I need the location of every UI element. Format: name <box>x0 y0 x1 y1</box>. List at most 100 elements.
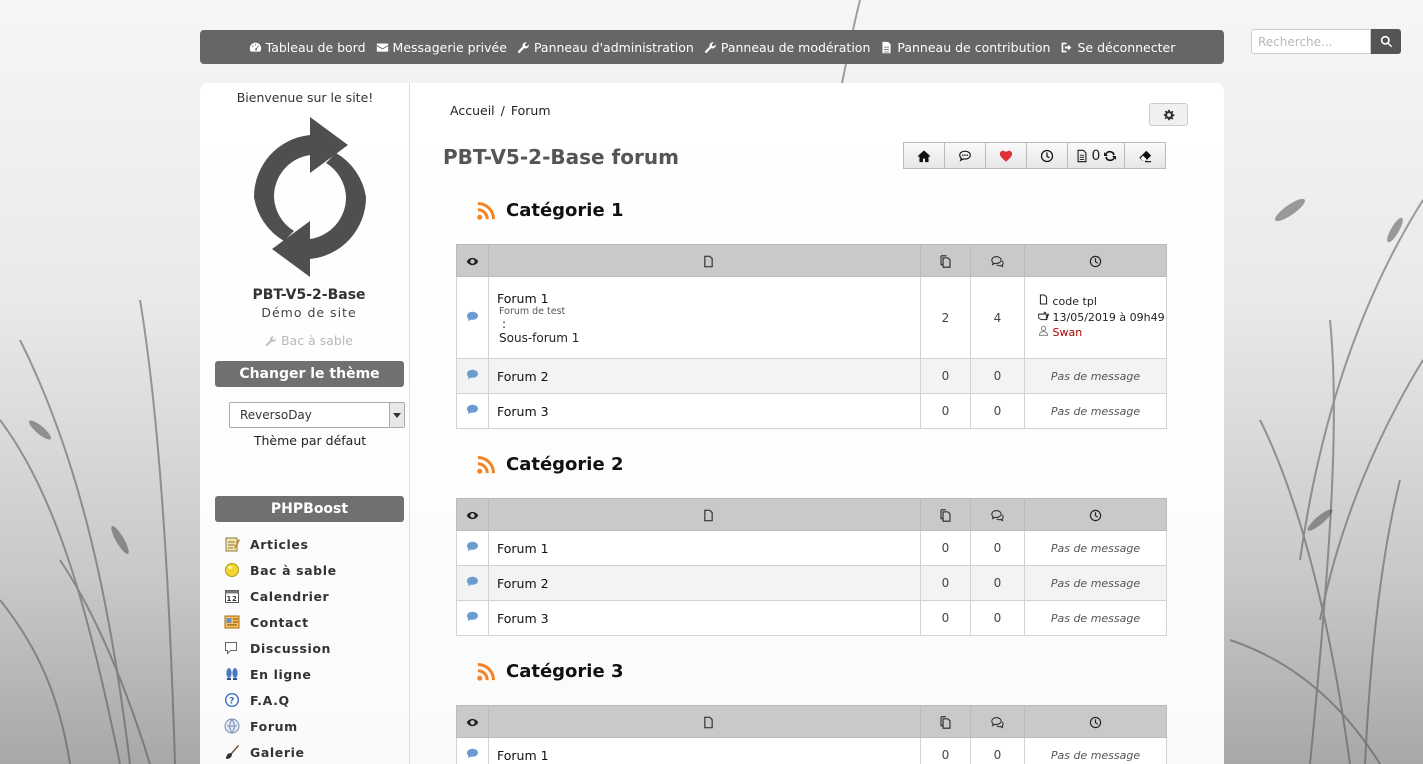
eraser-icon <box>1139 150 1152 162</box>
sandbox-link[interactable]: Bac à sable <box>200 333 418 348</box>
comments-icon <box>991 716 1004 728</box>
menu-item-calendar[interactable]: 12 Calendrier <box>224 583 410 609</box>
no-message-text: Pas de message <box>1050 612 1141 625</box>
rss-icon[interactable] <box>476 201 496 221</box>
last-author-name[interactable]: Swan <box>1053 326 1083 339</box>
last-date[interactable]: 13/05/2019 à 09h49 <box>1038 310 1166 326</box>
gear-icon <box>1163 109 1174 120</box>
admin-panel-label: Panneau d'administration <box>533 39 694 55</box>
menu-item-online[interactable]: En ligne <box>224 661 410 687</box>
theme-selected-value: ReversoDay <box>240 408 312 422</box>
search-input[interactable] <box>1251 29 1371 54</box>
forum-link[interactable]: Forum 2 <box>497 576 549 591</box>
forum-link[interactable]: Forum 3 <box>497 611 549 626</box>
menu-item-label: En ligne <box>250 666 312 682</box>
favorites-button[interactable] <box>985 142 1027 169</box>
table-row[interactable]: Forum 1 Forum de test : Sous-forum 1 2 4… <box>456 276 1167 359</box>
clock-icon <box>1040 149 1054 162</box>
menu-item-contact[interactable]: Contact <box>224 609 410 635</box>
forum-link[interactable]: Forum 1 <box>497 541 549 556</box>
table-row[interactable]: Forum 3 0 0 Pas de message <box>456 600 1167 636</box>
moderation-panel-link[interactable]: Panneau de modération <box>704 39 871 55</box>
menu-item-label: Discussion <box>250 640 332 656</box>
speech-bubble-icon <box>467 576 478 587</box>
forum-home-button[interactable] <box>903 142 945 169</box>
menu-item-faq[interactable]: ? F.A.Q <box>224 687 410 713</box>
forum-status-cell <box>456 600 489 636</box>
forum-status-cell <box>456 358 489 394</box>
svg-text:?: ? <box>229 697 235 707</box>
last-message-cell: Pas de message <box>1024 530 1167 566</box>
search-button[interactable] <box>1371 29 1401 54</box>
menu-item-forum[interactable]: Forum <box>224 713 410 739</box>
theme-select[interactable]: ReversoDay <box>229 402 405 428</box>
category-name[interactable]: Catégorie 3 <box>506 661 623 682</box>
table-row[interactable]: Forum 1 0 0 Pas de message <box>456 737 1167 764</box>
table-header-row <box>456 498 1167 531</box>
main-content: Accueil / Forum PBT-V5-2-Base forum 0 Ca… <box>443 83 1224 764</box>
messages-column-header <box>970 244 1025 277</box>
category-title: Catégorie 2 <box>476 454 623 475</box>
breadcrumb-current[interactable]: Forum <box>511 103 551 118</box>
menu-item-label: Bac à sable <box>250 562 337 578</box>
comments-icon <box>991 255 1004 267</box>
topics-column-header <box>920 705 971 738</box>
messages-count: 0 <box>970 530 1025 566</box>
faq-icon: ? <box>225 693 239 707</box>
subforum-link[interactable]: Sous-forum 1 <box>499 331 920 345</box>
mark-all-read-button[interactable] <box>1124 142 1166 169</box>
hand-right-icon <box>1038 311 1049 320</box>
logout-link[interactable]: Se déconnecter <box>1060 40 1175 55</box>
forum-link[interactable]: Forum 2 <box>497 369 549 384</box>
rss-icon[interactable] <box>476 662 496 682</box>
category-name[interactable]: Catégorie 2 <box>506 454 623 475</box>
gallery-icon <box>226 745 239 759</box>
menu-item-gallery[interactable]: Galerie <box>224 739 410 764</box>
topics-column-header <box>920 498 971 531</box>
sign-out-icon <box>1062 42 1072 52</box>
copy-icon <box>940 508 951 522</box>
menu-item-articles[interactable]: Articles <box>224 531 410 557</box>
comment-icon <box>959 150 971 162</box>
show-messages-button[interactable] <box>944 142 986 169</box>
category-title: Catégorie 3 <box>476 661 623 682</box>
contribution-panel-link[interactable]: Panneau de contribution <box>880 40 1050 55</box>
phpboost-menu-heading: PHPBoost <box>215 496 404 522</box>
moderation-panel-label: Panneau de modération <box>720 39 871 55</box>
refresh-icon <box>1104 150 1117 161</box>
private-messages-link[interactable]: Messagerie privée <box>376 40 507 55</box>
rss-icon[interactable] <box>476 455 496 475</box>
menu-item-discussion[interactable]: Discussion <box>224 635 410 661</box>
settings-button[interactable] <box>1149 103 1188 126</box>
table-row[interactable]: Forum 2 0 0 Pas de message <box>456 565 1167 601</box>
topics-count: 0 <box>920 737 971 764</box>
category-name[interactable]: Catégorie 1 <box>506 200 623 221</box>
forum-link[interactable]: Forum 1 <box>497 748 549 763</box>
table-row[interactable]: Forum 2 0 0 Pas de message <box>456 358 1167 394</box>
dashboard-link[interactable]: Tableau de bord <box>249 40 366 55</box>
admin-panel-link[interactable]: Panneau d'administration <box>517 40 694 55</box>
table-row[interactable]: Forum 1 0 0 Pas de message <box>456 530 1167 566</box>
forum-link[interactable]: Forum 1 <box>497 291 920 306</box>
last-topic[interactable]: code tpl <box>1038 294 1166 310</box>
menu-item-label: F.A.Q <box>250 692 290 708</box>
recent-messages-button[interactable] <box>1026 142 1068 169</box>
forum-table: Forum 1 0 0 Pas de message <box>456 705 1167 764</box>
clock-icon <box>1089 255 1102 267</box>
last-message-column-header <box>1024 705 1167 738</box>
unread-messages-button[interactable]: 0 <box>1067 142 1125 169</box>
menu-item-sandbox[interactable]: Bac à sable <box>224 557 410 583</box>
last-message-column-header <box>1024 244 1167 277</box>
clock-icon <box>1089 509 1102 521</box>
breadcrumb-home-link[interactable]: Accueil <box>450 103 495 118</box>
theme-heading: Changer le thème <box>215 361 404 387</box>
eye-icon <box>466 511 479 519</box>
envelope-icon <box>376 42 388 52</box>
clock-icon <box>1089 716 1102 728</box>
chevron-down-icon[interactable] <box>389 403 404 427</box>
table-row[interactable]: Forum 3 0 0 Pas de message <box>456 393 1167 429</box>
site-logo[interactable] <box>244 111 376 277</box>
topics-count: 0 <box>920 600 971 636</box>
forum-link[interactable]: Forum 3 <box>497 404 549 419</box>
comments-icon <box>991 509 1004 521</box>
